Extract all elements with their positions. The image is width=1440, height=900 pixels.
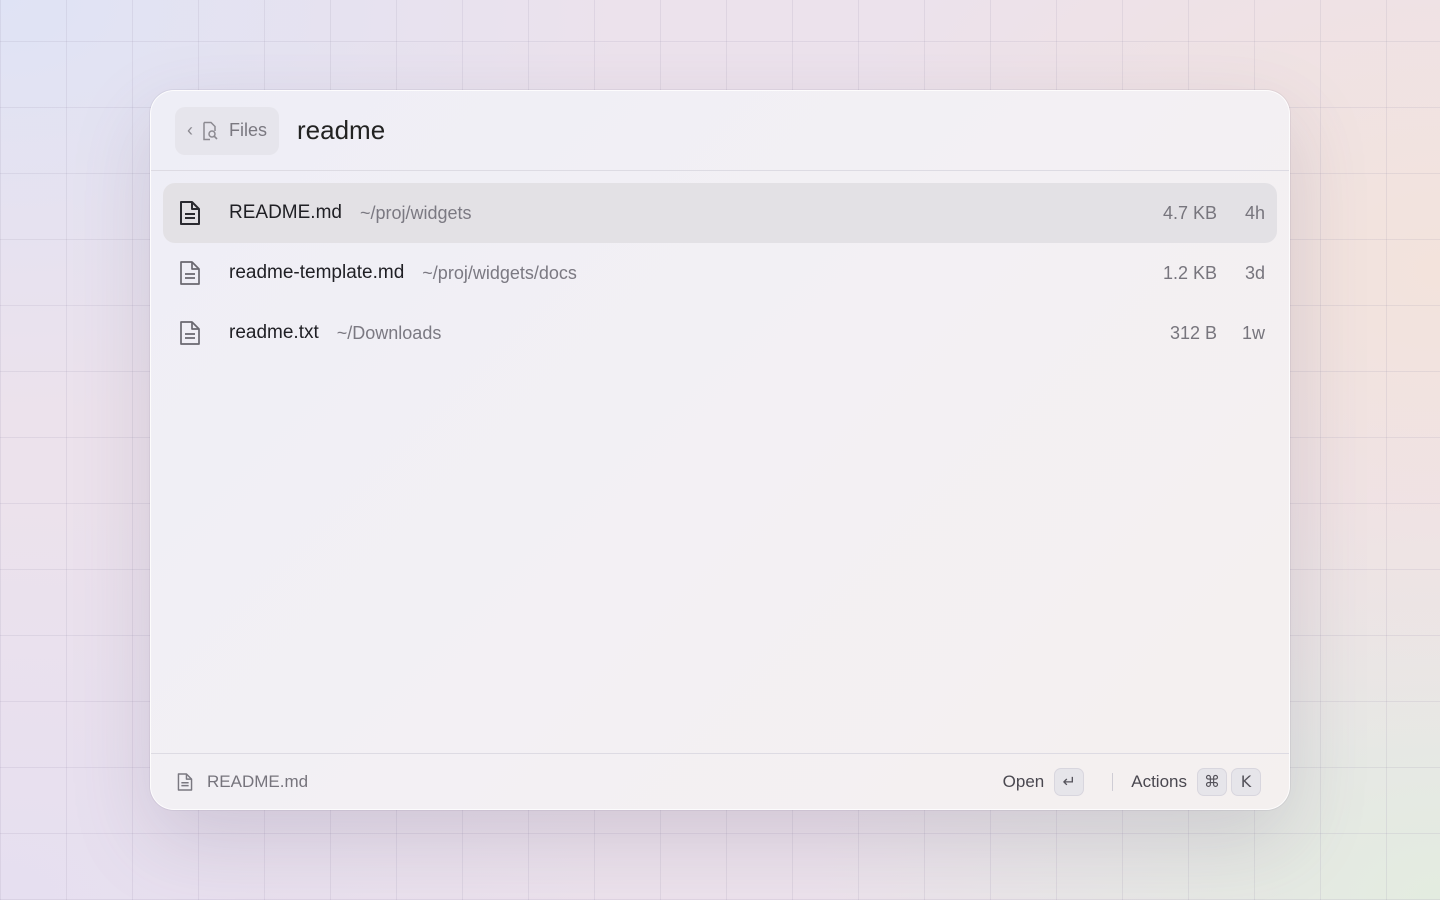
result-age: 1w: [1241, 322, 1265, 343]
document-icon: [179, 320, 209, 346]
selected-item-name: README.md: [207, 771, 309, 791]
result-age: 3d: [1244, 262, 1265, 283]
result-size: 312 B: [1169, 322, 1217, 343]
result-row[interactable]: readme-template.md ~/proj/widgets/docs 1…: [163, 243, 1277, 303]
actions-button[interactable]: Actions ⌘ K: [1131, 767, 1261, 796]
result-row[interactable]: readme.txt ~/Downloads 312 B 1w: [163, 303, 1277, 363]
open-button[interactable]: Open ↵: [1002, 767, 1085, 796]
document-icon: [179, 200, 209, 226]
result-name: README.md: [229, 202, 342, 223]
document-icon: [179, 260, 209, 286]
result-name: readme-template.md: [229, 262, 405, 283]
return-key-hint: ↵: [1054, 767, 1085, 796]
result-age: 4h: [1244, 202, 1265, 223]
k-key-hint: K: [1231, 767, 1261, 796]
document-icon: [177, 772, 193, 792]
results-list: README.md ~/proj/widgets 4.7 KB 4h readm…: [151, 171, 1289, 363]
back-label: Files: [229, 120, 268, 140]
result-path: ~/proj/widgets/docs: [422, 262, 577, 283]
search-input[interactable]: [297, 115, 998, 146]
open-label: Open: [1002, 771, 1045, 791]
search-header: ‹ Files: [151, 91, 1289, 171]
result-path: ~/proj/widgets: [359, 202, 472, 223]
result-path: ~/Downloads: [336, 322, 442, 343]
launcher-window: ‹ Files README.md ~/proj/widgets 4.7 KB: [150, 90, 1290, 810]
result-size: 1.2 KB: [1162, 262, 1217, 283]
chevron-left-icon: ‹: [187, 120, 193, 140]
back-to-files-button[interactable]: ‹ Files: [175, 106, 280, 155]
result-row[interactable]: README.md ~/proj/widgets 4.7 KB 4h: [163, 183, 1277, 243]
actions-label: Actions: [1131, 771, 1187, 791]
result-size: 4.7 KB: [1162, 202, 1217, 223]
result-name: readme.txt: [229, 322, 319, 343]
file-search-icon: [203, 121, 218, 140]
footer-bar: README.md Open ↵ Actions ⌘ K: [151, 753, 1289, 809]
footer-divider: [1112, 772, 1114, 791]
command-key-hint: ⌘: [1197, 767, 1227, 796]
